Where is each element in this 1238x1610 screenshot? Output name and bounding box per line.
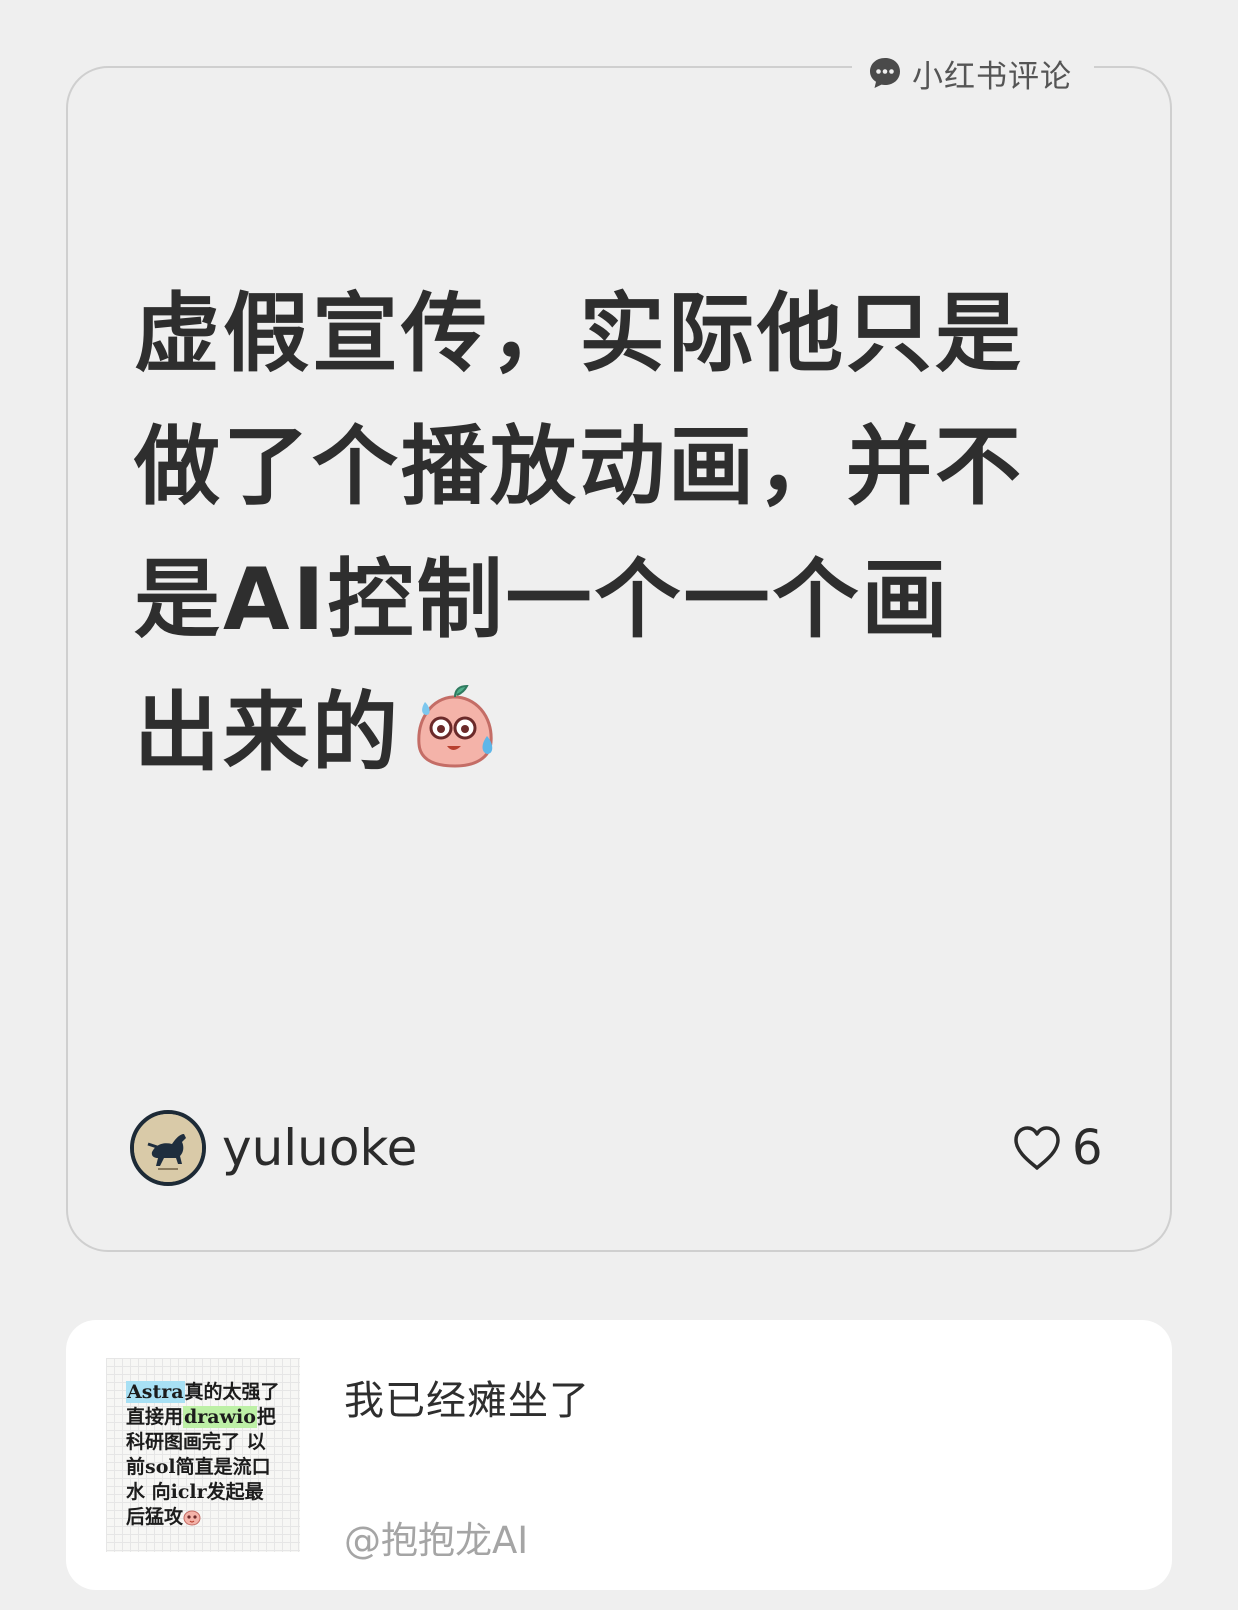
thumb-line: 直接用drawio把 xyxy=(126,1405,286,1430)
thumb-line: Astra真的太强了 xyxy=(126,1380,286,1405)
comment-line: 做了个播放动画，并不 xyxy=(134,417,1024,517)
heart-icon[interactable] xyxy=(1012,1124,1062,1172)
post-card[interactable]: Astra真的太强了 直接用drawio把 科研图画完了 以 前sol简直是流口… xyxy=(66,1320,1172,1590)
post-title[interactable]: 我已经瘫坐了 xyxy=(344,1368,590,1426)
thumb-text: 直接用 xyxy=(126,1406,184,1428)
post-thumbnail[interactable]: Astra真的太强了 直接用drawio把 科研图画完了 以 前sol简直是流口… xyxy=(106,1358,300,1552)
thumb-highlight: Astra xyxy=(126,1381,185,1403)
username[interactable]: yuluoke xyxy=(222,1119,417,1177)
sweating-face-emoji-icon xyxy=(409,677,501,769)
comment-line: 虚假宣传，实际他只是 xyxy=(134,284,1024,384)
comment-author[interactable]: yuluoke xyxy=(130,1110,417,1186)
chat-bubble-icon xyxy=(868,56,902,90)
avatar[interactable] xyxy=(130,1110,206,1186)
thumb-line: 后猛攻 xyxy=(126,1505,286,1530)
face-emoji-icon xyxy=(183,1508,201,1526)
source-label: 小红书评论 xyxy=(912,58,1072,95)
thumb-highlight: drawio xyxy=(183,1406,257,1428)
like-button[interactable]: 6 xyxy=(1012,1120,1103,1176)
thumb-line: 水 向iclr发起最 xyxy=(126,1481,264,1503)
thumb-text: 把 xyxy=(256,1406,276,1428)
thumb-line: 科研图画完了 以 xyxy=(126,1431,266,1453)
comment-text: 虚假宣传，实际他只是 做了个播放动画，并不 是AI控制一个一个画 出来的 xyxy=(134,268,1124,800)
post-author[interactable]: @抱抱龙AI xyxy=(344,1510,528,1564)
comment-line-last: 出来的 xyxy=(134,667,1124,800)
thumb-text: 真的太强了 xyxy=(184,1381,280,1403)
like-count: 6 xyxy=(1072,1120,1103,1176)
comment-line: 出来的 xyxy=(134,683,401,783)
comment-line: 是AI控制一个一个画 xyxy=(134,550,951,650)
source-tag: 小红书评论 xyxy=(852,46,1094,100)
thumb-line: 前sol简直是流口 xyxy=(126,1456,271,1478)
thumb-text: 后猛攻 xyxy=(126,1506,184,1528)
